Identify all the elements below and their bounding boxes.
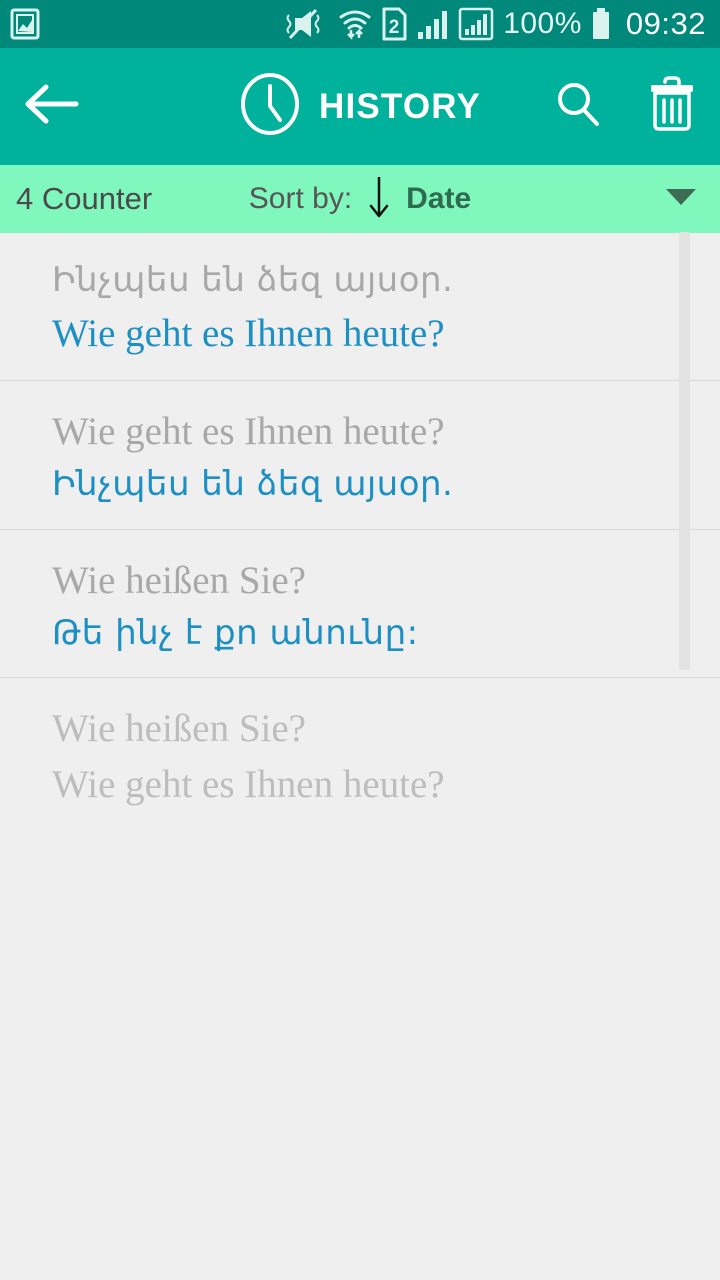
search-icon bbox=[552, 78, 604, 135]
history-target-text: Ինչպես են ձեզ այսօր. bbox=[52, 464, 454, 505]
sort-by-label: Sort by: bbox=[248, 182, 353, 215]
wifi-transfer-icon bbox=[338, 7, 372, 41]
sort-bar: 4 Counter Sort by: Date bbox=[0, 165, 720, 233]
sort-dropdown-button[interactable] bbox=[664, 186, 698, 213]
history-list[interactable]: Ինչպես են ձեզ այսօր. Wie geht es Ihnen h… bbox=[0, 233, 720, 833]
battery-percent-label: 100% bbox=[503, 7, 582, 40]
sim-2-icon: 2 bbox=[381, 7, 408, 41]
page-title: HISTORY bbox=[318, 86, 482, 126]
history-source-text: Wie heißen Sie? bbox=[52, 707, 306, 751]
counter-label: 4 Counter bbox=[16, 181, 153, 216]
history-target-text: Wie geht es Ihnen heute? bbox=[52, 311, 445, 355]
sort-value-label: Date bbox=[406, 182, 472, 215]
history-source-text: Wie geht es Ihnen heute? bbox=[52, 410, 445, 454]
history-target-text: Wie geht es Ihnen heute? bbox=[52, 763, 445, 807]
status-clock: 09:32 bbox=[625, 6, 706, 41]
back-button[interactable] bbox=[22, 82, 94, 131]
trash-icon bbox=[646, 75, 698, 138]
app-screen: 2 100% 09:32 HISTORY 4 Counter Sort by: … bbox=[0, 0, 720, 1280]
list-item[interactable]: Ինչպես են ձեզ այսօր. Wie geht es Ihnen h… bbox=[0, 233, 720, 382]
list-item[interactable]: Wie heißen Sie? Թե ինչ է քո անունը: bbox=[0, 530, 720, 679]
delete-history-button[interactable] bbox=[646, 75, 698, 138]
list-item[interactable]: Wie heißen Sie? Wie geht es Ihnen heute? bbox=[0, 678, 720, 832]
status-bar: 2 100% 09:32 bbox=[0, 0, 720, 48]
battery-full-icon bbox=[591, 7, 611, 41]
svg-text:2: 2 bbox=[389, 17, 400, 38]
gallery-icon bbox=[10, 7, 40, 41]
app-bar: HISTORY bbox=[0, 48, 720, 165]
history-source-text: Wie heißen Sie? bbox=[52, 558, 306, 602]
arrow-down-icon bbox=[366, 173, 392, 226]
history-source-text: Ինչպես են ձեզ այսօր. bbox=[52, 260, 454, 300]
back-arrow-icon bbox=[22, 82, 82, 131]
list-item[interactable]: Wie geht es Ihnen heute? Ինչպես են ձեզ ա… bbox=[0, 381, 720, 530]
list-scrollbar[interactable] bbox=[679, 232, 690, 670]
chevron-down-icon bbox=[664, 186, 698, 213]
signal-bars-boxed-icon bbox=[458, 7, 494, 41]
signal-bars-icon bbox=[417, 7, 449, 41]
history-target-text: Թե ինչ է քո անունը: bbox=[52, 612, 419, 653]
vibrate-mute-icon bbox=[283, 7, 329, 41]
search-button[interactable] bbox=[552, 78, 604, 135]
clock-icon bbox=[239, 73, 301, 140]
